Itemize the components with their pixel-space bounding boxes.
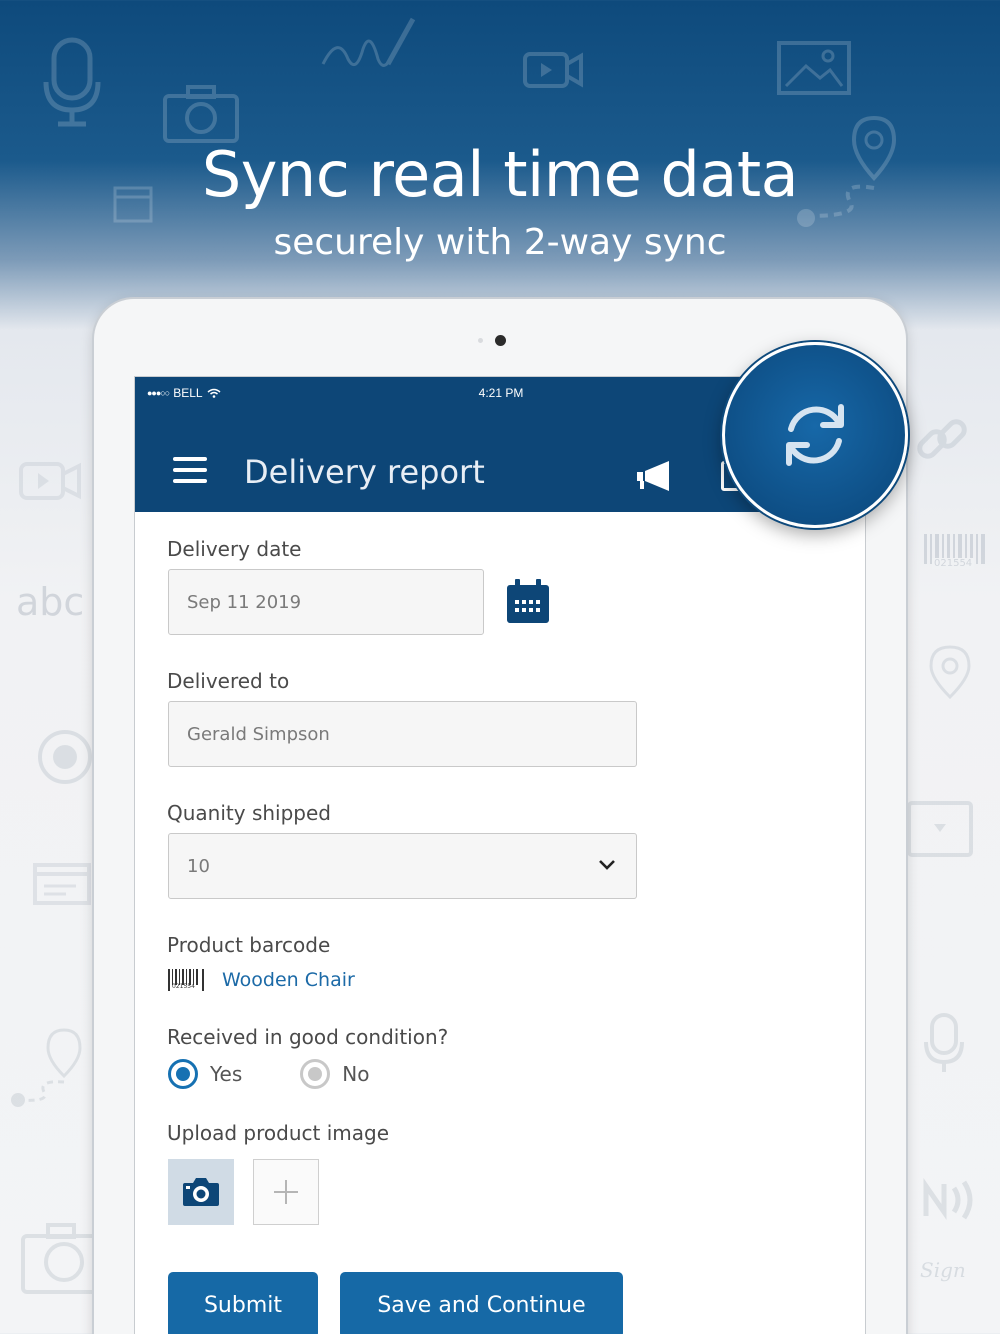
submit-button[interactable]: Submit	[168, 1272, 318, 1334]
signature-icon: Sign	[920, 1258, 966, 1282]
camera-icon	[183, 1178, 219, 1206]
camera-outline-icon	[21, 1223, 99, 1294]
record-button-icon	[38, 730, 92, 784]
quantity-shipped-value: 10	[187, 855, 210, 877]
chevron-down-icon	[599, 860, 615, 870]
video-outline-icon	[523, 52, 583, 88]
sync-icon	[786, 404, 844, 466]
sync-badge[interactable]	[722, 342, 908, 528]
hamburger-menu-button[interactable]	[173, 457, 207, 485]
link-chain-icon	[917, 419, 967, 459]
quantity-shipped-select[interactable]: 10	[168, 833, 637, 899]
delivered-to-value: Gerald Simpson	[187, 723, 330, 745]
tablet-sensor	[478, 338, 483, 343]
image-outline-icon	[777, 41, 851, 95]
video-outline-icon	[19, 462, 81, 500]
form-outline-icon	[33, 863, 91, 905]
delivery-date-value: Sep 11 2019	[187, 591, 302, 613]
save-and-continue-button[interactable]: Save and Continue	[340, 1272, 623, 1334]
condition-option-no[interactable]: No	[300, 1059, 370, 1089]
promo-headline: Sync real time data	[201, 138, 799, 211]
barcode-icon: 021554	[922, 532, 988, 579]
delivery-date-label: Delivery date	[167, 537, 302, 561]
condition-option-yes[interactable]: Yes	[168, 1059, 242, 1089]
microphone-icon	[924, 1013, 964, 1072]
radio-no-label: No	[342, 1062, 370, 1086]
barcode-number: 021554	[172, 983, 195, 990]
delivered-to-label: Delivered to	[167, 669, 290, 693]
location-pin-icon	[929, 645, 971, 700]
add-image-button[interactable]	[253, 1159, 319, 1225]
dropdown-box-icon	[907, 801, 973, 857]
calendar-icon[interactable]	[507, 579, 549, 623]
page-title: Delivery report	[244, 453, 485, 491]
camera-outline-icon	[163, 85, 239, 143]
promo-subline: securely with 2-way sync	[273, 222, 727, 263]
upload-image-label: Upload product image	[167, 1121, 390, 1145]
condition-radio-group: Yes No	[168, 1059, 370, 1089]
abc-text: abc	[16, 580, 85, 624]
barcode-number: 021554	[932, 558, 975, 569]
product-barcode-value[interactable]: Wooden Chair	[222, 969, 355, 991]
signature-text: Sign	[920, 1258, 966, 1282]
plus-icon	[274, 1180, 298, 1204]
app-screen: ●●●○○ BELL 4:21 PM Delivery report Deliv…	[134, 376, 866, 1334]
barcode-icon: 021554	[168, 969, 204, 991]
product-barcode-label: Product barcode	[167, 933, 331, 957]
radio-no[interactable]	[300, 1059, 331, 1089]
camera-upload-button[interactable]	[168, 1159, 234, 1225]
hamburger-icon-line	[173, 457, 207, 461]
quantity-shipped-label: Quanity shipped	[167, 801, 331, 825]
radio-yes[interactable]	[168, 1059, 198, 1089]
hamburger-icon-line	[173, 479, 207, 483]
hamburger-icon-line	[173, 468, 207, 472]
microphone-icon	[43, 37, 101, 127]
condition-label: Received in good condition?	[167, 1025, 449, 1049]
nfc-icon	[923, 1177, 973, 1221]
location-route-icon	[11, 1028, 82, 1107]
product-barcode-row: 021554 Wooden Chair	[168, 969, 355, 991]
tablet-camera	[495, 335, 506, 346]
megaphone-icon[interactable]	[637, 461, 671, 491]
delivery-date-field[interactable]: Sep 11 2019	[168, 569, 484, 635]
signature-pen-icon	[321, 17, 416, 67]
delivered-to-field[interactable]: Gerald Simpson	[168, 701, 637, 767]
radio-yes-label: Yes	[210, 1062, 243, 1086]
